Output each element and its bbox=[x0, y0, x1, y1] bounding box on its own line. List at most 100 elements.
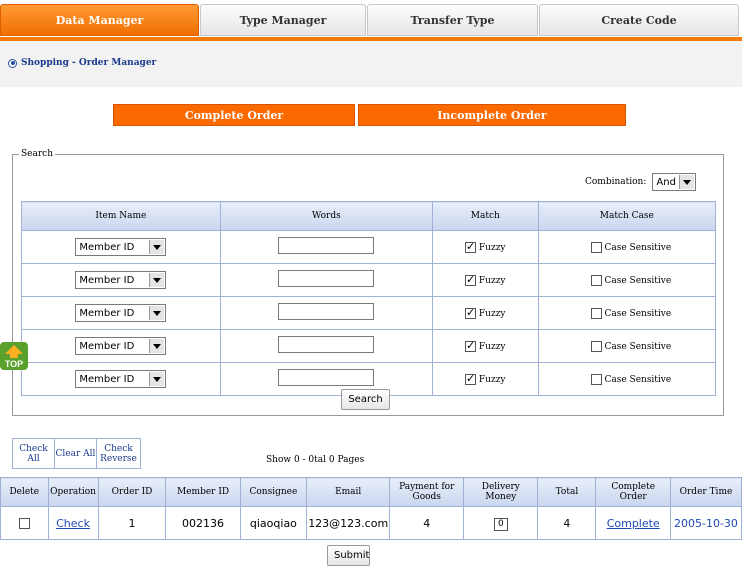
table-row: Check 1 002136 qiaoqiao 123@123.com 4 0 4 Comple… bbox=[0, 506, 742, 540]
top-tab-bar: Data Manager Type Manager Transfer Type … bbox=[0, 4, 742, 37]
tab-transfer-type[interactable]: Transfer Type bbox=[367, 4, 538, 36]
combination-control: Combination: And bbox=[585, 173, 697, 191]
item-cell: Member ID bbox=[21, 362, 221, 396]
email-cell: 123@123.com bbox=[306, 506, 391, 540]
fuzzy-label: Fuzzy bbox=[478, 242, 506, 253]
item-name-value: Member ID bbox=[79, 274, 135, 286]
item-name-select[interactable]: Member ID bbox=[75, 370, 167, 388]
case-sensitive-checkbox[interactable] bbox=[590, 241, 602, 253]
item-name-value: Member ID bbox=[79, 373, 135, 385]
words-cell bbox=[219, 296, 434, 330]
fuzzy-checkbox[interactable] bbox=[465, 339, 477, 352]
breadcrumb: Shopping - Order Manager bbox=[8, 58, 156, 68]
case-sensitive-label: Case Sensitive bbox=[604, 308, 672, 319]
tab-create-code[interactable]: Create Code bbox=[539, 4, 739, 36]
consignee-cell: qiaoqiao bbox=[239, 506, 308, 540]
tab-type-manager[interactable]: Type Manager bbox=[200, 4, 366, 36]
case-sensitive-checkbox[interactable] bbox=[590, 307, 602, 319]
case-sensitive-checkbox[interactable] bbox=[590, 373, 602, 385]
pagination-info: Show 0 - 0tal 0 Pages bbox=[266, 455, 365, 465]
results-header-operation: Operation bbox=[47, 477, 99, 507]
match-case-cell: Case Sensitive bbox=[537, 362, 717, 396]
words-cell bbox=[219, 230, 434, 264]
chevron-down-icon bbox=[149, 240, 165, 254]
top-icon[interactable]: TOP bbox=[0, 342, 28, 370]
item-cell: Member ID bbox=[21, 296, 221, 330]
fuzzy-checkbox[interactable] bbox=[465, 240, 477, 253]
case-sensitive-label: Case Sensitive bbox=[604, 341, 672, 352]
item-name-select[interactable]: Member ID bbox=[75, 271, 167, 289]
chevron-down-icon bbox=[149, 339, 165, 353]
words-cell bbox=[219, 263, 434, 297]
incomplete-order-button[interactable]: Incomplete Order bbox=[358, 104, 626, 126]
case-sensitive-checkbox[interactable] bbox=[590, 274, 602, 286]
check-all-button[interactable]: Check All bbox=[13, 439, 55, 468]
member-id-cell: 002136 bbox=[165, 506, 241, 540]
delete-cell bbox=[0, 506, 49, 540]
match-case-cell: Case Sensitive bbox=[537, 329, 717, 363]
match-cell: Fuzzy bbox=[432, 362, 539, 396]
item-name-select[interactable]: Member ID bbox=[75, 337, 167, 355]
search-row: Member ID Fuzzy Case Sensitive bbox=[21, 296, 717, 330]
case-sensitive-label: Case Sensitive bbox=[604, 275, 672, 286]
item-name-value: Member ID bbox=[79, 241, 135, 253]
match-cell: Fuzzy bbox=[432, 296, 539, 330]
combination-select[interactable]: And bbox=[652, 173, 697, 191]
fuzzy-checkbox[interactable] bbox=[465, 306, 477, 319]
search-criteria-table: Item Name Words Match Match Case Member … bbox=[21, 201, 717, 396]
search-legend: Search bbox=[21, 149, 53, 159]
header-match: Match bbox=[432, 201, 539, 231]
words-input[interactable] bbox=[278, 369, 375, 386]
search-row: Member ID Fuzzy Case Sensitive bbox=[21, 230, 717, 264]
case-sensitive-label: Case Sensitive bbox=[604, 242, 672, 253]
complete-order-button[interactable]: Complete Order bbox=[113, 104, 355, 126]
combination-label: Combination: bbox=[585, 177, 647, 187]
clear-all-button[interactable]: Clear All bbox=[55, 439, 97, 468]
item-name-value: Member ID bbox=[79, 340, 135, 352]
search-button[interactable]: Search bbox=[341, 389, 390, 410]
header-words: Words bbox=[219, 201, 434, 231]
match-cell: Fuzzy bbox=[432, 263, 539, 297]
breadcrumb-bar: Shopping - Order Manager bbox=[0, 41, 742, 87]
words-input[interactable] bbox=[278, 270, 375, 287]
item-name-value: Member ID bbox=[79, 307, 135, 319]
order-id-cell: 1 bbox=[97, 506, 167, 540]
fuzzy-label: Fuzzy bbox=[478, 275, 506, 286]
match-cell: Fuzzy bbox=[432, 329, 539, 363]
search-row: Member ID Fuzzy Case Sensitive bbox=[21, 263, 717, 297]
results-header-order-id: Order ID bbox=[97, 477, 167, 507]
words-input[interactable] bbox=[278, 336, 375, 353]
check-reverse-button[interactable]: Check Reverse bbox=[97, 439, 140, 468]
header-match-case: Match Case bbox=[537, 201, 717, 231]
item-name-select[interactable]: Member ID bbox=[75, 304, 167, 322]
delete-checkbox[interactable] bbox=[18, 518, 30, 529]
item-cell: Member ID bbox=[21, 230, 221, 264]
complete-link[interactable]: Complete bbox=[607, 517, 660, 530]
case-sensitive-checkbox[interactable] bbox=[590, 340, 602, 352]
order-results-table: Delete Operation Order ID Member ID Consigne… bbox=[0, 477, 742, 540]
check-link[interactable]: Check bbox=[56, 517, 90, 530]
payment-cell: 4 bbox=[389, 506, 465, 540]
match-case-cell: Case Sensitive bbox=[537, 263, 717, 297]
results-header-order-time: Order Time bbox=[669, 477, 742, 507]
tab-data-manager[interactable]: Data Manager bbox=[0, 4, 199, 36]
words-cell bbox=[219, 362, 434, 396]
fuzzy-checkbox[interactable] bbox=[465, 372, 477, 385]
order-time-cell: 2005-10-30 bbox=[669, 506, 742, 540]
words-input[interactable] bbox=[278, 237, 375, 254]
words-input[interactable] bbox=[278, 303, 375, 320]
submit-button[interactable]: Submit bbox=[327, 545, 370, 566]
results-header-total: Total bbox=[537, 477, 597, 507]
words-cell bbox=[219, 329, 434, 363]
bullet-icon bbox=[8, 58, 17, 68]
item-name-select[interactable]: Member ID bbox=[75, 238, 167, 256]
fuzzy-checkbox[interactable] bbox=[465, 273, 477, 286]
delivery-money-input[interactable]: 0 bbox=[493, 517, 508, 531]
item-cell: Member ID bbox=[21, 263, 221, 297]
combination-value: And bbox=[656, 176, 676, 188]
order-time-value: 2005-10-30 bbox=[674, 516, 738, 530]
chevron-down-icon bbox=[149, 273, 165, 287]
case-sensitive-label: Case Sensitive bbox=[604, 374, 672, 385]
operation-cell: Check bbox=[47, 506, 99, 540]
search-row: Member ID Fuzzy Case Sensitive bbox=[21, 329, 717, 363]
